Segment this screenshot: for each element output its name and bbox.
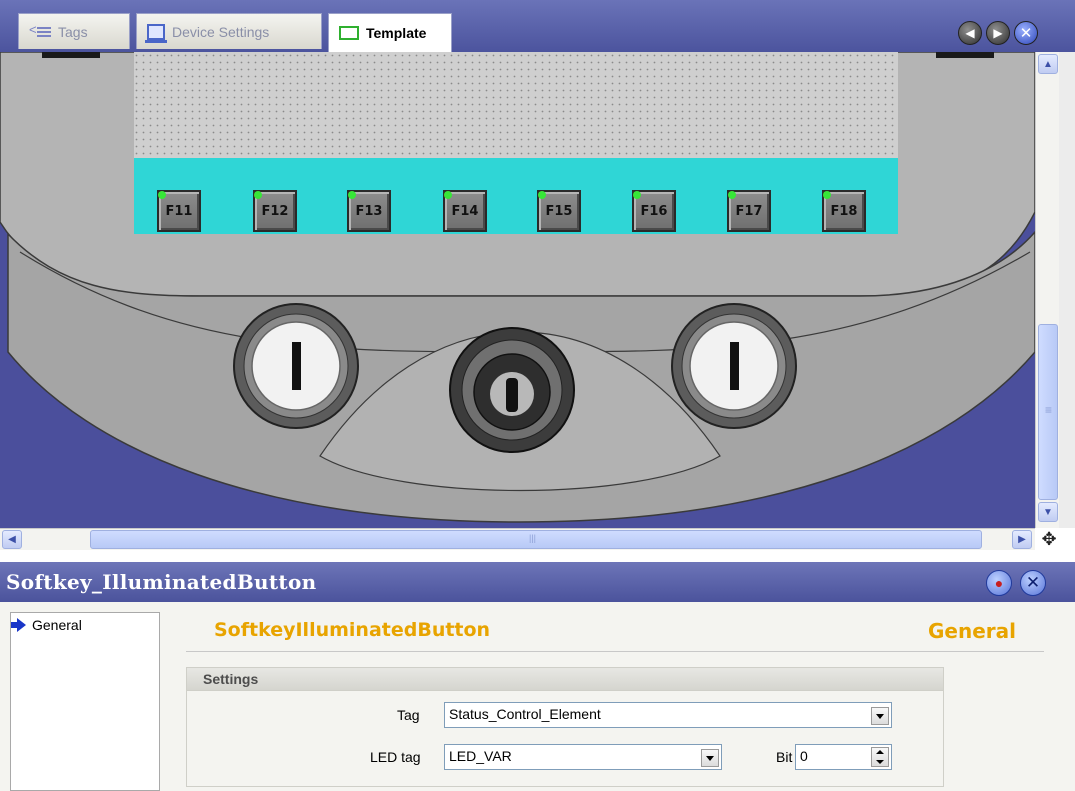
template-canvas[interactable]: F11 F12 F13 F14 F15 F16 F17 F18 xyxy=(0,52,1035,528)
scroll-left-button[interactable]: ◀ xyxy=(2,530,22,549)
softkey-f18[interactable]: F18 xyxy=(822,190,866,232)
led-indicator-icon xyxy=(728,191,736,199)
chevron-right-icon: ▶ xyxy=(1018,534,1026,545)
tag-combobox[interactable]: Status_Control_Element xyxy=(444,702,892,728)
bit-value: 0 xyxy=(800,748,808,764)
panel-title: Softkey_IlluminatedButton xyxy=(6,570,317,594)
close-panel-button[interactable]: ✕ xyxy=(1020,570,1046,596)
section-title: SoftkeyIlluminatedButton xyxy=(214,619,491,641)
tab-template[interactable]: Template xyxy=(328,13,452,52)
section-category: General xyxy=(928,619,1016,643)
tags-icon xyxy=(29,22,51,38)
pin-icon: ● xyxy=(994,575,1004,591)
chevron-down-icon[interactable] xyxy=(701,749,719,767)
softkey-label: F16 xyxy=(640,203,668,219)
softkey-label: F15 xyxy=(545,203,573,219)
led-indicator-icon xyxy=(444,191,452,199)
scroll-down-button[interactable]: ▼ xyxy=(1038,502,1058,522)
softkey-f11[interactable]: F11 xyxy=(157,190,201,232)
softkey-label: F11 xyxy=(165,203,193,219)
vertical-scrollbar[interactable]: ▲ ▼ xyxy=(1035,52,1059,528)
close-editor-button[interactable]: ✕ xyxy=(1014,21,1038,45)
vertical-scroll-thumb[interactable] xyxy=(1038,324,1058,500)
nav-item-general[interactable]: General xyxy=(11,617,82,633)
properties-nav-tree: General xyxy=(10,612,160,791)
scroll-right-button[interactable]: ▶ xyxy=(1012,530,1032,549)
horizontal-scrollbar[interactable]: ◀ ▶ xyxy=(0,528,1035,550)
softkey-f15[interactable]: F15 xyxy=(537,190,581,232)
softkey-f16[interactable]: F16 xyxy=(632,190,676,232)
scroll-up-button[interactable]: ▲ xyxy=(1038,54,1058,74)
chevron-right-icon: ▶ xyxy=(993,26,1003,40)
horizontal-scroll-thumb[interactable] xyxy=(90,530,982,549)
tag-value: Status_Control_Element xyxy=(449,706,601,722)
canvas-right-margin xyxy=(1059,52,1075,528)
led-indicator-icon xyxy=(633,191,641,199)
tab-tags-label: Tags xyxy=(58,23,88,40)
chevron-left-icon: ◀ xyxy=(965,26,975,40)
tag-label: Tag xyxy=(397,707,420,723)
nav-item-label: General xyxy=(32,617,82,633)
tab-device-settings[interactable]: Device Settings xyxy=(136,13,322,49)
led-indicator-icon xyxy=(254,191,262,199)
group-title: Settings xyxy=(203,671,259,687)
softkey-label: F13 xyxy=(355,203,383,219)
close-icon: ✕ xyxy=(1019,25,1033,42)
pan-move-icon[interactable]: ✥ xyxy=(1038,528,1060,550)
bit-label: Bit xyxy=(776,749,793,765)
tab-scroll-left-button[interactable]: ◀ xyxy=(958,21,982,45)
pin-panel-button[interactable]: ● xyxy=(986,570,1012,596)
section-divider xyxy=(186,651,1044,652)
chevron-down-icon[interactable] xyxy=(871,707,889,725)
softkey-label: F17 xyxy=(735,203,763,219)
led-indicator-icon xyxy=(348,191,356,199)
chevron-up-icon: ▲ xyxy=(1043,58,1053,70)
led-indicator-icon xyxy=(158,191,166,199)
template-icon xyxy=(339,26,359,40)
softkey-label: F14 xyxy=(451,203,479,219)
arrow-right-icon xyxy=(11,618,26,632)
softkey-f17[interactable]: F17 xyxy=(727,190,771,232)
tab-template-label: Template xyxy=(366,25,427,41)
led-tag-value: LED_VAR xyxy=(449,748,512,764)
editor-tab-bar: Tags Device Settings Template ◀ ▶ ✕ xyxy=(0,0,1075,52)
softkey-f12[interactable]: F12 xyxy=(253,190,297,232)
properties-panel-header: Softkey_IlluminatedButton xyxy=(0,562,1075,602)
led-tag-label: LED tag xyxy=(370,749,421,765)
device-panel-drawing xyxy=(0,52,1035,523)
settings-group-header: Settings xyxy=(186,667,944,691)
softkey-label: F18 xyxy=(830,203,858,219)
led-tag-combobox[interactable]: LED_VAR xyxy=(444,744,722,770)
tab-scroll-right-button[interactable]: ▶ xyxy=(986,21,1010,45)
tab-device-settings-label: Device Settings xyxy=(172,23,270,40)
led-indicator-icon xyxy=(538,191,546,199)
bit-spinner[interactable]: 0 xyxy=(795,744,892,770)
device-settings-icon xyxy=(145,23,167,43)
spinner-arrows-icon[interactable] xyxy=(871,747,889,767)
close-icon: ✕ xyxy=(1025,573,1041,592)
led-indicator-icon xyxy=(823,191,831,199)
chevron-left-icon: ◀ xyxy=(8,534,16,545)
chevron-down-icon: ▼ xyxy=(1043,506,1053,518)
softkey-f13[interactable]: F13 xyxy=(347,190,391,232)
tab-tags[interactable]: Tags xyxy=(18,13,130,49)
softkey-label: F12 xyxy=(261,203,289,219)
softkey-f14[interactable]: F14 xyxy=(443,190,487,232)
